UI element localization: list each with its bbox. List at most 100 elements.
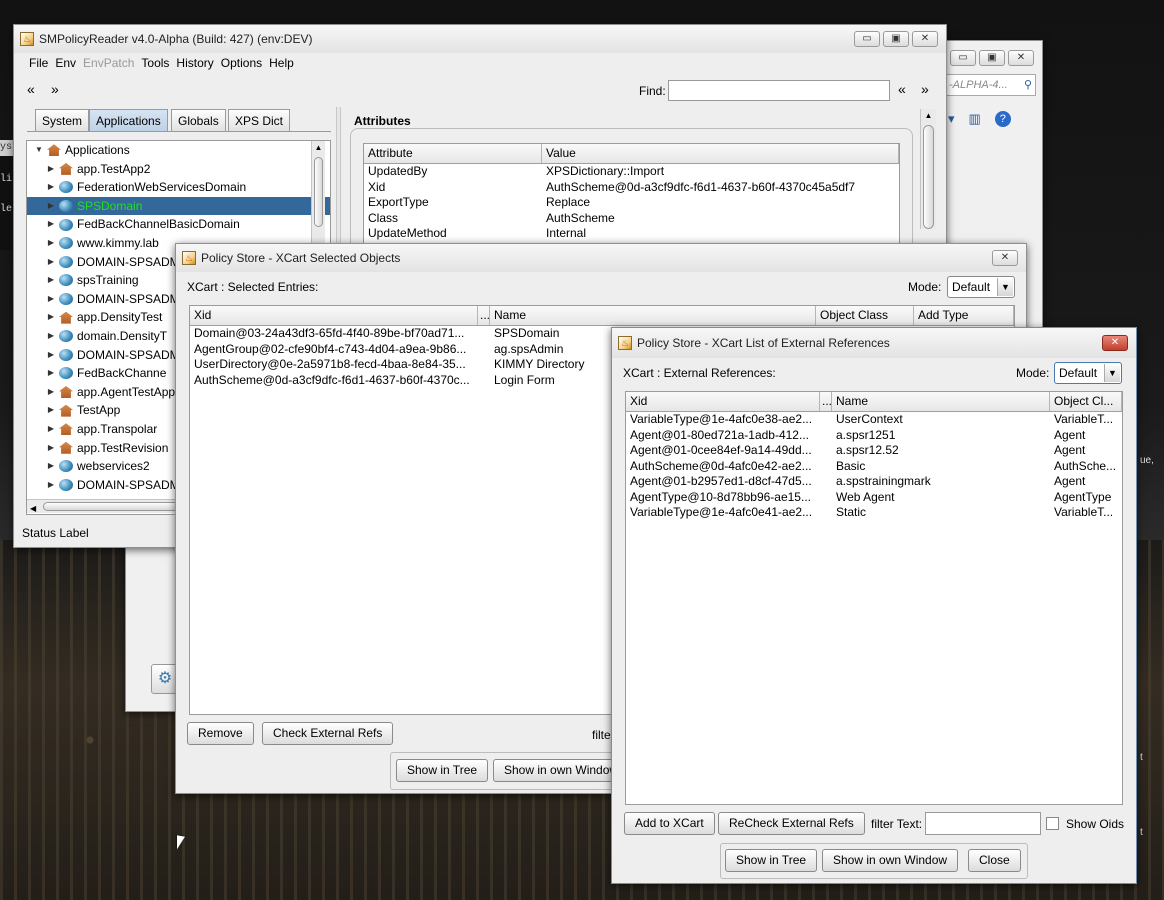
expand-icon[interactable]: ▶ [45, 234, 57, 253]
show-in-tree-button[interactable]: Show in Tree [725, 849, 818, 872]
close-icon[interactable]: ✕ [1102, 335, 1128, 351]
add-to-xcart-button[interactable]: Add to XCart [624, 812, 715, 835]
table-row[interactable]: Agent@01-0cee84ef-9a14-49dd... a.spsr12.5… [626, 443, 1122, 459]
col-name[interactable]: Name [832, 392, 1050, 411]
table-row[interactable]: Xid AuthScheme@0d-a3cf9dfc-f6d1-4637-b60f… [364, 180, 899, 196]
menu-help[interactable]: Help [269, 56, 294, 70]
minimize-icon[interactable]: ▭ [854, 31, 880, 47]
scroll-left-icon[interactable]: ◀ [27, 504, 36, 513]
expand-icon[interactable]: ▶ [45, 271, 57, 290]
tree-root[interactable]: ▼ Applications [27, 141, 330, 160]
expand-icon[interactable]: ▶ [45, 364, 57, 383]
table-row[interactable]: AuthScheme@0d-4afc0e42-ae2... Basic AuthSc… [626, 459, 1122, 475]
help-icon[interactable]: ? [994, 111, 1011, 127]
back-nav-icon[interactable]: « [27, 81, 35, 97]
expand-icon[interactable]: ▶ [45, 476, 57, 495]
close-icon[interactable]: ✕ [992, 250, 1018, 266]
expand-icon[interactable]: ▶ [45, 439, 57, 458]
maximize-icon[interactable]: ▣ [979, 50, 1005, 66]
attributes-scrollbar[interactable]: ▲ [920, 109, 936, 229]
show-oids-checkbox[interactable] [1046, 817, 1059, 830]
external-refs-label: XCart : External References: [623, 366, 776, 380]
bg-search-field[interactable]: -ALPHA-4... ⚲ [946, 74, 1036, 96]
col-object-class[interactable]: Object Class [816, 306, 914, 325]
col-value[interactable]: Value [542, 144, 899, 163]
show-in-own-window-button[interactable]: Show in own Window [822, 849, 959, 872]
find-label: Find: [639, 84, 666, 98]
table-row[interactable]: UpdateMethod Internal [364, 226, 899, 242]
tree-item[interactable]: ▶ SPSDomain [27, 196, 330, 216]
expand-icon[interactable]: ▶ [45, 308, 57, 327]
close-icon[interactable]: ✕ [912, 31, 938, 47]
expand-icon[interactable]: ▶ [45, 346, 57, 365]
close-icon[interactable]: ✕ [1008, 50, 1034, 66]
scroll-thumb[interactable] [314, 157, 323, 227]
dropdown-icon[interactable]: ▾ [948, 111, 955, 127]
table-row[interactable]: UpdatedBy XPSDictionary::Import [364, 164, 899, 180]
expand-icon[interactable]: ▶ [45, 290, 57, 309]
mode-select[interactable]: Default ▼ [1054, 362, 1122, 384]
menu-file[interactable]: File [29, 56, 48, 70]
expand-icon[interactable]: ▶ [45, 457, 57, 476]
scroll-up-icon[interactable]: ▲ [921, 109, 936, 123]
remove-button[interactable]: Remove [187, 722, 254, 745]
scroll-up-icon[interactable]: ▲ [312, 141, 325, 155]
expand-icon[interactable]: ▶ [45, 215, 57, 234]
table-row[interactable]: VariableType@1e-4afc0e41-ae2... Static Var… [626, 505, 1122, 521]
panel-icon[interactable]: ▥ [969, 111, 981, 127]
table-row[interactable]: Agent@01-b2957ed1-d8cf-47d5... a.spstrain… [626, 474, 1122, 490]
col-xid[interactable]: Xid [190, 306, 478, 325]
menu-options[interactable]: Options [221, 56, 262, 70]
close-button[interactable]: Close [968, 849, 1021, 872]
expand-icon[interactable]: ▶ [45, 160, 57, 179]
tree-item[interactable]: ▶ FedBackChannelBasicDomain [27, 215, 330, 234]
check-external-refs-button[interactable]: Check External Refs [262, 722, 394, 745]
col-more[interactable]: ... [478, 306, 490, 325]
tab-applications[interactable]: Applications [89, 109, 168, 132]
search-icon[interactable]: ⚲ [1024, 75, 1032, 95]
table-row[interactable]: ExportType Replace [364, 195, 899, 211]
table-row[interactable]: VariableType@1e-4afc0e38-ae2... UserConte… [626, 412, 1122, 428]
xid-cell: AuthScheme@0d-a3cf9dfc-f6d1-4637-b60f-43… [194, 372, 470, 387]
col-name[interactable]: Name [490, 306, 816, 325]
find-prev-icon[interactable]: « [898, 81, 906, 97]
menu-history[interactable]: History [176, 56, 213, 70]
expand-icon[interactable]: ▶ [45, 178, 57, 197]
expand-icon[interactable]: ▶ [45, 197, 57, 216]
col-attribute[interactable]: Attribute [364, 144, 542, 163]
forward-nav-icon[interactable]: » [51, 81, 59, 97]
show-in-tree-button[interactable]: Show in Tree [396, 759, 489, 782]
menu-env[interactable]: Env [55, 56, 76, 70]
filter-text-input[interactable] [925, 812, 1041, 835]
col-more[interactable]: ... [820, 392, 832, 411]
table-row[interactable]: AgentType@10-8d78bb96-ae15... Web Agent Ag… [626, 490, 1122, 506]
table-row[interactable]: Agent@01-80ed721a-1adb-412... a.spsr1251 A… [626, 428, 1122, 444]
table-row[interactable]: Class AuthScheme [364, 211, 899, 227]
minimize-icon[interactable]: ▭ [950, 50, 976, 66]
col-object-class[interactable]: Object Cl... [1050, 392, 1122, 411]
find-next-icon[interactable]: » [921, 81, 929, 97]
maximize-icon[interactable]: ▣ [883, 31, 909, 47]
external-refs-title: Policy Store - XCart List of External Re… [637, 336, 890, 350]
find-input[interactable] [668, 80, 890, 101]
tree-item[interactable]: ▶ FederationWebServicesDomain [27, 178, 330, 197]
col-xid[interactable]: Xid [626, 392, 820, 411]
menu-envpatch[interactable]: EnvPatch [83, 56, 134, 70]
expand-icon[interactable]: ▶ [45, 383, 57, 402]
tab-xps-dict[interactable]: XPS Dict [228, 109, 291, 132]
collapse-icon[interactable]: ▼ [33, 141, 45, 160]
tree-item[interactable]: ▶ app.TestApp2 [27, 160, 330, 179]
col-add-type[interactable]: Add Type [914, 306, 1014, 325]
expand-icon[interactable]: ▶ [45, 420, 57, 439]
tree-item-label: FedBackChanne [77, 366, 167, 381]
recheck-external-refs-button[interactable]: ReCheck External Refs [718, 812, 865, 835]
expand-icon[interactable]: ▶ [45, 253, 57, 272]
show-in-own-window-button[interactable]: Show in own Window [493, 759, 630, 782]
tab-system[interactable]: System [35, 109, 90, 132]
expand-icon[interactable]: ▶ [45, 327, 57, 346]
mode-select[interactable]: Default ▼ [947, 276, 1015, 298]
menu-tools[interactable]: Tools [141, 56, 169, 70]
tab-globals[interactable]: Globals [171, 109, 226, 132]
scroll-thumb[interactable] [923, 125, 934, 229]
expand-icon[interactable]: ▶ [45, 401, 57, 420]
